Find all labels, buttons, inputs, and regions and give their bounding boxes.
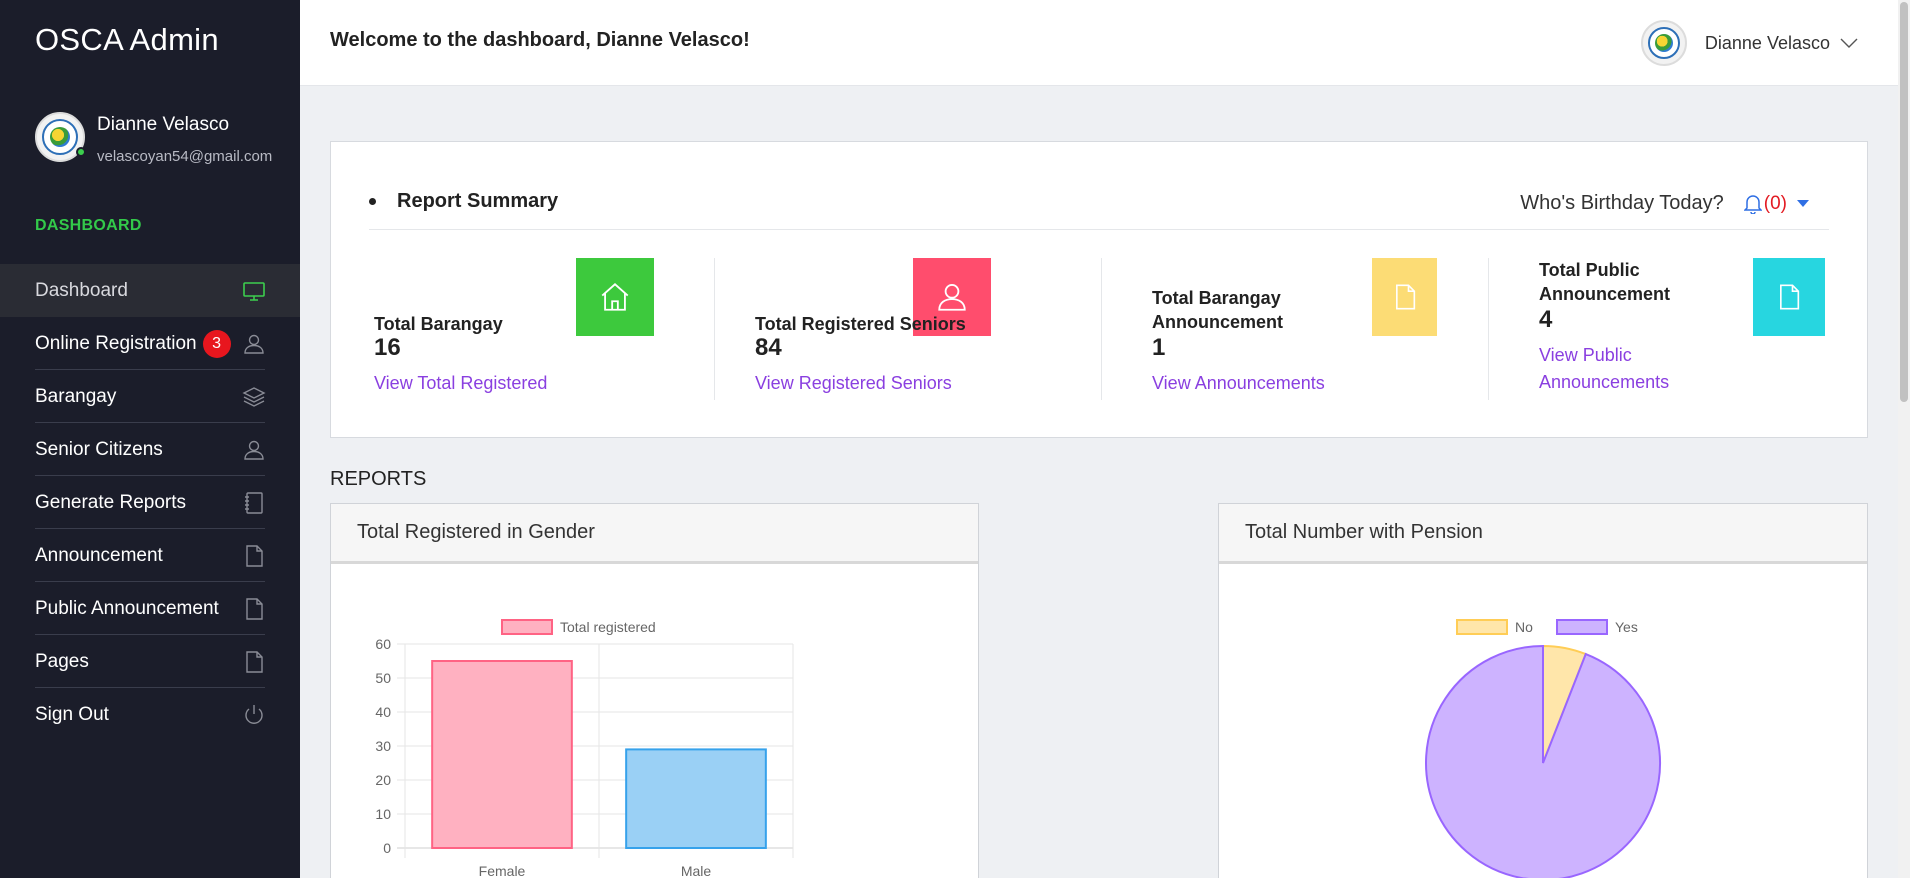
welcome-message: Welcome to the dashboard, Dianne Velasco… <box>330 29 750 51</box>
x-tick-label: Female <box>479 863 526 878</box>
stat-value: 84 <box>755 334 782 361</box>
stat-label: Total Barangay Announcement <box>1152 288 1284 332</box>
user-menu-toggle[interactable]: Dianne Velasco <box>1640 20 1858 66</box>
legend-label: Total registered <box>560 619 656 635</box>
notebook-icon <box>245 491 263 514</box>
user-icon <box>244 334 264 354</box>
stat-label: Total Registered Seniors <box>755 314 966 334</box>
sidebar-item-label: Barangay <box>35 385 117 407</box>
page-scrollbar[interactable] <box>1898 0 1910 878</box>
y-tick-label: 0 <box>383 840 391 856</box>
stat-value: 1 <box>1152 334 1166 361</box>
view-registered-seniors-link[interactable]: View Registered Seniors <box>755 370 952 397</box>
sidebar: OSCA Admin Dianne Velasco velascoyan54@g… <box>0 0 300 878</box>
online-status-dot <box>76 147 86 157</box>
sidebar-item-barangay[interactable]: Barangay <box>0 370 300 423</box>
sidebar-item-sign-out[interactable]: Sign Out <box>0 688 300 741</box>
legend-swatch <box>501 619 553 635</box>
report-summary-header: Report Summary Who's Birthday Today? (0) <box>369 190 1829 230</box>
gender-bar-chart: Total registered 0 10 20 30 40 50 60 Female Male <box>375 619 794 878</box>
stat-total-public-announcement: Total Public Announcement 4 View Public … <box>1488 258 1875 400</box>
legend-label: Yes <box>1615 619 1638 635</box>
user-icon <box>244 440 264 460</box>
report-summary-title-text: Report Summary <box>397 190 559 212</box>
document-icon <box>1372 258 1437 336</box>
stat-label: Total Barangay <box>374 314 503 334</box>
stat-label: Total Public Announcement <box>1539 260 1671 304</box>
sidebar-profile: Dianne Velasco velascoyan54@gmail.com <box>35 112 272 165</box>
birthday-count: (0) <box>1763 192 1787 214</box>
nav-section-label: DASHBOARD <box>35 217 142 234</box>
sidebar-item-generate-reports[interactable]: Generate Reports <box>0 476 300 529</box>
view-announcements-link[interactable]: View Announcements <box>1152 370 1325 397</box>
stat-total-registered-seniors: Total Registered Seniors 84 View Registe… <box>714 258 1101 400</box>
scrollbar-thumb[interactable] <box>1900 2 1908 402</box>
y-tick-label: 40 <box>375 704 391 720</box>
stat-value: 16 <box>374 334 401 361</box>
sidebar-item-label: Public Announcement <box>35 597 219 619</box>
sidebar-item-label: Generate Reports <box>35 491 187 513</box>
avatar <box>1640 20 1687 66</box>
pension-pie-chart: No Yes <box>1425 619 1661 878</box>
sidebar-item-dashboard[interactable]: Dashboard <box>0 264 300 317</box>
sidebar-item-senior-citizens[interactable]: Senior Citizens <box>0 423 300 476</box>
sidebar-item-online-registration[interactable]: Online Registration 3 <box>0 317 300 370</box>
sidebar-item-label: Online Registration <box>35 332 197 354</box>
birthday-label: Who's Birthday Today? <box>1520 192 1724 214</box>
document-icon <box>246 650 263 673</box>
pie-slice-yes <box>1425 644 1661 878</box>
stat-total-barangay-announcement: Total Barangay Announcement 1 View Annou… <box>1101 258 1488 400</box>
y-tick-label: 50 <box>375 670 391 686</box>
sidebar-nav: Dashboard Online Registration 3 Barangay… <box>0 264 300 741</box>
reports-section-title: REPORTS <box>330 468 427 490</box>
home-icon <box>576 258 654 336</box>
view-public-announcements-link[interactable]: View Public Announcements <box>1539 342 1689 396</box>
chevron-down-icon <box>1840 38 1858 48</box>
y-tick-label: 60 <box>375 636 391 652</box>
birthday-dropdown[interactable]: Who's Birthday Today? (0) <box>1520 192 1829 215</box>
sidebar-item-public-announcement[interactable]: Public Announcement <box>0 582 300 635</box>
document-icon <box>246 544 263 567</box>
bullet-icon <box>369 198 376 205</box>
report-summary-title: Report Summary <box>369 190 558 213</box>
notification-badge: 3 <box>202 329 231 358</box>
sidebar-item-label: Announcement <box>35 544 163 566</box>
stat-value: 4 <box>1539 306 1553 333</box>
sidebar-item-announcement[interactable]: Announcement <box>0 529 300 582</box>
layers-icon <box>242 386 266 407</box>
pension-chart-panel: Total Number with Pension No Yes <box>1218 503 1868 878</box>
y-tick-label: 10 <box>375 806 391 822</box>
legend-swatch <box>1556 619 1608 635</box>
gender-chart-panel: Total Registered in Gender Total registe… <box>330 503 979 878</box>
app-brand[interactable]: OSCA Admin <box>35 22 219 58</box>
caret-down-icon <box>1797 200 1809 207</box>
legend-swatch <box>1456 619 1508 635</box>
profile-email: velascoyan54@gmail.com <box>97 148 273 165</box>
top-bar: Welcome to the dashboard, Dianne Velasco… <box>300 0 1910 86</box>
sidebar-item-label: Sign Out <box>35 703 109 725</box>
bar-male <box>625 748 767 849</box>
stat-total-barangay: Total Barangay 16 View Total Registered <box>369 258 756 400</box>
y-tick-label: 20 <box>375 772 391 788</box>
monitor-icon <box>243 281 265 301</box>
view-total-registered-link[interactable]: View Total Registered <box>374 370 547 397</box>
bell-icon <box>1743 194 1762 214</box>
y-tick-label: 30 <box>375 738 391 754</box>
sidebar-item-label: Senior Citizens <box>35 438 163 460</box>
sidebar-item-label: Dashboard <box>35 279 128 301</box>
gender-panel-title: Total Registered in Gender <box>331 504 978 564</box>
pension-panel-title: Total Number with Pension <box>1219 504 1867 564</box>
sidebar-item-pages[interactable]: Pages <box>0 635 300 688</box>
power-icon <box>245 704 263 724</box>
document-icon <box>1753 258 1825 336</box>
profile-name: Dianne Velasco <box>97 114 230 135</box>
x-tick-label: Male <box>681 863 712 878</box>
document-icon <box>246 597 263 620</box>
legend-label: No <box>1515 619 1533 635</box>
bar-female <box>431 660 573 849</box>
user-menu-name: Dianne Velasco <box>1704 32 1830 53</box>
report-summary-card: Report Summary Who's Birthday Today? (0)… <box>330 141 1868 438</box>
sidebar-item-label: Pages <box>35 650 89 672</box>
